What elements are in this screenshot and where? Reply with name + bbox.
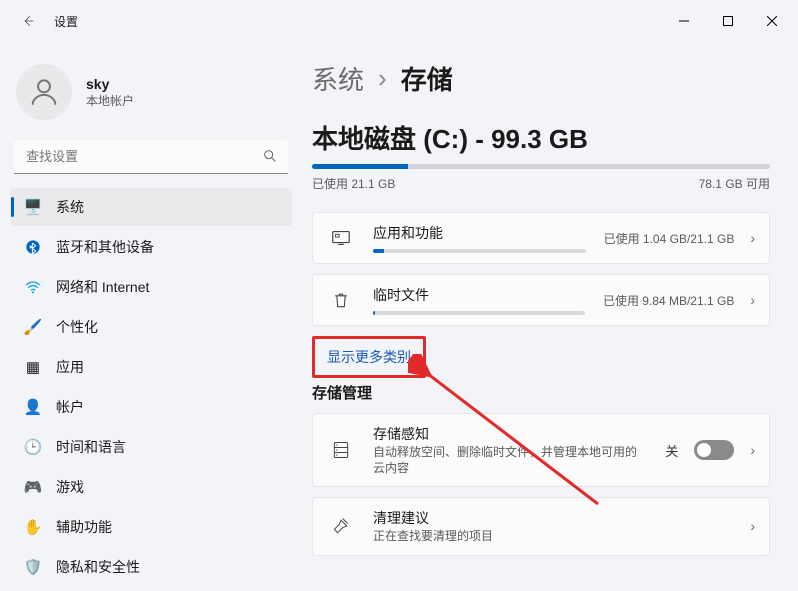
- sidebar-item-personalization[interactable]: 🖌️ 个性化: [10, 308, 292, 346]
- sidebar: sky 本地帐户 🖥️ 系统蓝牙和其他设备网络和 Internet 🖌️ 个性化 ▦ 应用…: [0, 42, 300, 591]
- minimize-button[interactable]: [662, 6, 706, 36]
- sidebar-item-personalization-icon: 🖌️: [24, 318, 42, 336]
- nav-item-label: 个性化: [56, 317, 98, 337]
- card-storage-sense[interactable]: 存储感知 自动释放空间、删除临时文件，并管理本地可用的云内容 关 ›: [312, 413, 770, 487]
- minimize-icon: [679, 16, 689, 26]
- profile-account-type: 本地帐户: [86, 92, 134, 109]
- trash-icon: [327, 286, 355, 314]
- storage-sense-sub: 自动释放空间、删除临时文件，并管理本地可用的云内容: [373, 444, 647, 476]
- sidebar-item-gaming-icon: 🎮: [24, 478, 42, 496]
- sidebar-item-network-icon: [24, 278, 42, 296]
- profile-username: sky: [86, 76, 134, 92]
- sidebar-item-network[interactable]: 网络和 Internet: [10, 268, 292, 306]
- sidebar-item-accessibility[interactable]: ✋ 辅助功能: [10, 508, 292, 546]
- sidebar-item-accessibility-icon: ✋: [24, 518, 42, 536]
- nav-item-label: 时间和语言: [56, 437, 126, 457]
- sidebar-item-bluetooth[interactable]: 蓝牙和其他设备: [10, 228, 292, 266]
- chevron-right-icon: ›: [750, 442, 755, 458]
- annotation-highlight-box: 显示更多类别: [312, 336, 426, 378]
- card-temp-files[interactable]: 临时文件 已使用 9.84 MB/21.1 GB ›: [312, 274, 770, 326]
- close-icon: [767, 16, 777, 26]
- breadcrumb-current: 存储: [401, 60, 453, 97]
- chevron-right-icon: ›: [750, 230, 755, 246]
- cleanup-title: 清理建议: [373, 508, 732, 528]
- disk-stats: 已使用 21.1 GB 78.1 GB 可用: [312, 175, 770, 192]
- apps-icon: [327, 224, 355, 252]
- arrow-left-icon: [21, 14, 35, 28]
- sidebar-item-system-icon: 🖥️: [24, 198, 42, 216]
- nav-item-label: 系统: [56, 197, 84, 217]
- drive-icon: [327, 436, 355, 464]
- card-cleanup-recs[interactable]: 清理建议 正在查找要清理的项目 ›: [312, 497, 770, 555]
- nav-item-label: 应用: [56, 357, 84, 377]
- broom-icon: [327, 512, 355, 540]
- card-apps-features[interactable]: 应用和功能 已使用 1.04 GB/21.1 GB ›: [312, 212, 770, 264]
- disk-title: 本地磁盘 (C:) - 99.3 GB: [312, 119, 770, 156]
- sidebar-item-system[interactable]: 🖥️ 系统: [10, 188, 292, 226]
- sidebar-item-time-language-icon: 🕒: [24, 438, 42, 456]
- storage-sense-toggle[interactable]: [694, 440, 734, 460]
- card-temp-title: 临时文件: [373, 285, 585, 305]
- close-button[interactable]: [750, 6, 794, 36]
- sidebar-item-apps[interactable]: ▦ 应用: [10, 348, 292, 386]
- cleanup-sub: 正在查找要清理的项目: [373, 528, 732, 544]
- titlebar: 设置: [0, 0, 798, 42]
- chevron-right-icon: ›: [378, 63, 387, 94]
- search-icon: [262, 148, 278, 169]
- sidebar-item-accounts-icon: 👤: [24, 398, 42, 416]
- sidebar-item-privacy[interactable]: 🛡️ 隐私和安全性: [10, 548, 292, 586]
- nav-item-label: 网络和 Internet: [56, 277, 149, 297]
- window-controls: [662, 6, 794, 36]
- nav-item-label: 辅助功能: [56, 517, 112, 537]
- nav-item-label: 蓝牙和其他设备: [56, 237, 154, 257]
- disk-usage-bar: [312, 164, 770, 169]
- disk-free-label: 78.1 GB 可用: [699, 175, 770, 192]
- content-area: 系统 › 存储 本地磁盘 (C:) - 99.3 GB 已使用 21.1 GB …: [300, 42, 798, 591]
- storage-sense-title: 存储感知: [373, 424, 647, 444]
- nav-item-label: 帐户: [56, 397, 84, 417]
- sidebar-item-apps-icon: ▦: [24, 358, 42, 376]
- show-more-categories-link[interactable]: 显示更多类别: [315, 339, 423, 375]
- maximize-icon: [723, 16, 733, 26]
- nav-list: 🖥️ 系统蓝牙和其他设备网络和 Internet 🖌️ 个性化 ▦ 应用 👤 帐户 🕒 时间和语言…: [10, 188, 292, 586]
- temp-usage-bar: [373, 311, 585, 315]
- disk-used-label: 已使用 21.1 GB: [312, 175, 395, 192]
- sidebar-item-privacy-icon: 🛡️: [24, 558, 42, 576]
- chevron-right-icon: ›: [750, 518, 755, 534]
- maximize-button[interactable]: [706, 6, 750, 36]
- storage-mgmt-heading: 存储管理: [312, 382, 770, 403]
- avatar: [16, 64, 72, 120]
- card-apps-title: 应用和功能: [373, 223, 586, 243]
- person-icon: [27, 75, 61, 109]
- back-button[interactable]: [12, 5, 44, 37]
- card-temp-usage: 已使用 9.84 MB/21.1 GB: [603, 292, 734, 309]
- sidebar-item-bluetooth-icon: [24, 238, 42, 256]
- nav-item-label: 游戏: [56, 477, 84, 497]
- breadcrumb-root[interactable]: 系统: [312, 60, 364, 97]
- sidebar-item-time-language[interactable]: 🕒 时间和语言: [10, 428, 292, 466]
- nav-item-label: 隐私和安全性: [56, 557, 140, 577]
- card-apps-usage: 已使用 1.04 GB/21.1 GB: [604, 230, 735, 247]
- breadcrumb: 系统 › 存储: [312, 60, 770, 97]
- search-field-wrap: [14, 140, 288, 174]
- search-input[interactable]: [14, 140, 288, 174]
- sidebar-item-gaming[interactable]: 🎮 游戏: [10, 468, 292, 506]
- apps-usage-bar: [373, 249, 586, 253]
- storage-sense-toggle-label: 关: [665, 441, 678, 460]
- profile-block[interactable]: sky 本地帐户: [10, 52, 292, 138]
- chevron-right-icon: ›: [750, 292, 755, 308]
- disk-usage-fill: [312, 164, 408, 169]
- window-title: 设置: [54, 13, 78, 30]
- sidebar-item-accounts[interactable]: 👤 帐户: [10, 388, 292, 426]
